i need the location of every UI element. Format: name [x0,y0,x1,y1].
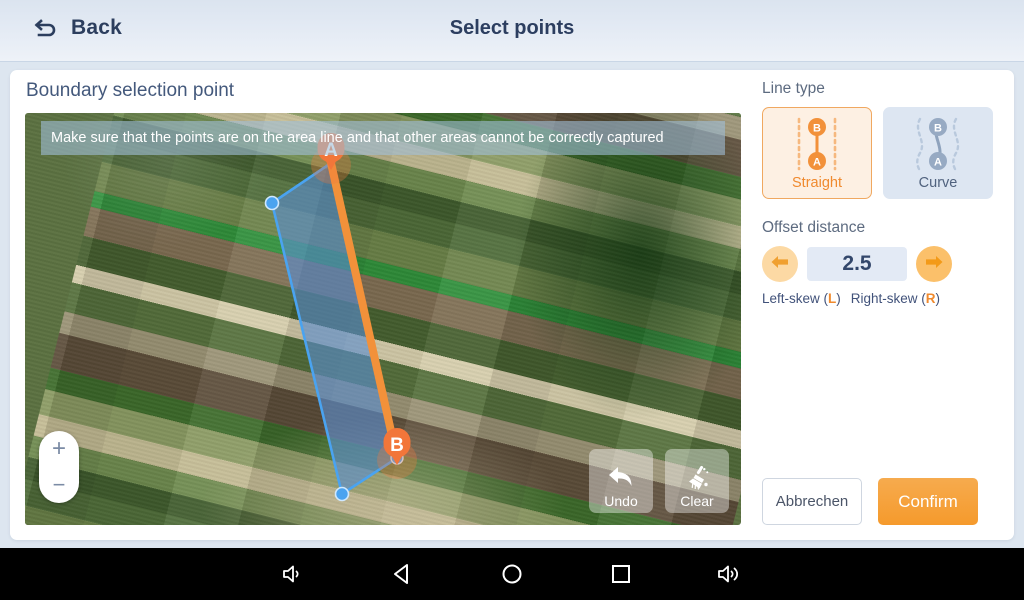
arrow-right-icon [923,253,945,276]
map-action-group: Undo Clear [589,449,729,513]
line-type-curve-option[interactable]: B A Curve [883,107,993,199]
dialog-actions: Abbrechen Confirm [762,478,1002,525]
right-skew-key: R [925,291,936,306]
skew-hints: Left-skew (L) Right-skew (R) [762,291,1002,306]
zoom-out-button[interactable]: − [39,467,79,503]
clear-button[interactable]: Clear [665,449,729,513]
map-hint-text: Make sure that the points are on the are… [51,129,664,146]
offset-distance-block: Offset distance 2.5 Left-skew (L) Right-… [762,219,1002,306]
page-title: Select points [449,17,575,39]
map-zoom-control: + − [39,431,79,503]
broom-icon [682,464,712,494]
line-type-curve-label: Curve [918,175,958,191]
volume-down-icon[interactable] [267,554,321,594]
app-header: Back Select points [0,0,1024,62]
map-hint-banner: Make sure that the points are on the are… [41,121,725,155]
line-type-straight-label: Straight [792,175,842,191]
zoom-in-button[interactable]: + [39,431,79,467]
undo-button[interactable]: Undo [589,449,653,513]
app-root: Back Select points Boundary selection po… [0,0,1024,600]
map-view[interactable]: A B Make sure that the points are on the… [25,113,741,525]
svg-text:A: A [934,157,942,169]
straight-line-icon: B A [797,117,837,171]
android-navigation-bar [0,548,1024,600]
undo-arrow-icon [606,464,636,494]
line-type-straight-option[interactable]: B A Straight [762,107,872,199]
confirm-button[interactable]: Confirm [878,478,978,525]
volume-up-icon[interactable] [703,554,757,594]
offset-stepper: 2.5 [762,246,1002,282]
curve-line-icon: B A [916,117,960,171]
undo-label: Undo [604,493,638,509]
offset-distance-label: Offset distance [762,219,866,236]
cancel-button[interactable]: Abbrechen [762,478,862,525]
settings-panel: Line type B A Straight B A Curve Offset … [762,80,1002,530]
vertex-handle[interactable] [264,195,280,211]
vertex-handle[interactable] [334,486,350,502]
svg-text:A: A [813,157,821,169]
boundary-panel-title: Boundary selection point [26,80,235,101]
offset-decrease-button[interactable] [762,246,798,282]
marker-b-label: B [390,435,404,456]
boundary-polygon [270,160,399,497]
clear-label: Clear [680,493,714,509]
left-skew-hint: Left-skew (L) [762,291,841,306]
svg-text:B: B [934,123,942,135]
offset-value[interactable]: 2.5 [807,247,907,281]
right-skew-hint: Right-skew (R) [850,291,941,306]
home-circle-icon[interactable] [485,554,539,594]
svg-text:B: B [813,123,821,135]
offset-increase-button[interactable] [916,246,952,282]
arrow-left-icon [769,253,791,276]
back-triangle-icon[interactable] [376,554,430,594]
line-type-label: Line type [762,80,825,97]
line-type-options: B A Straight B A Curve [762,107,1002,199]
content-card: Boundary selection point B Make sure tha… [10,70,1014,540]
recents-square-icon[interactable] [594,554,648,594]
